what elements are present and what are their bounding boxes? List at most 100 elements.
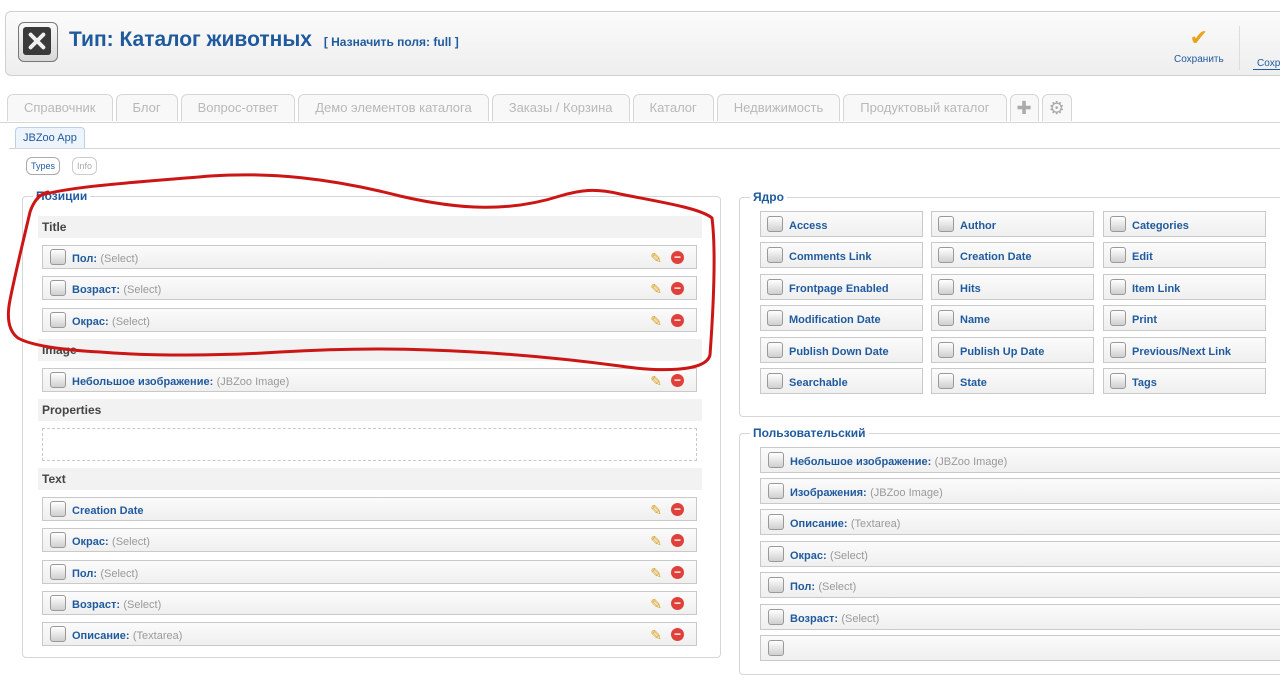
custom-element[interactable]: [760, 635, 1280, 661]
element-type: (Select): [830, 550, 868, 562]
custom-element[interactable]: Описание: (Textarea): [760, 509, 1280, 535]
element-row[interactable]: Окрас: (Select) ✎ −: [42, 528, 697, 552]
core-element[interactable]: Comments Link: [760, 242, 923, 268]
core-element[interactable]: Previous/Next Link: [1103, 337, 1266, 363]
delete-icon[interactable]: −: [671, 597, 684, 610]
core-element-name: Name: [960, 314, 990, 326]
edit-pencil-icon[interactable]: ✎: [650, 249, 662, 267]
positions-legend: Позиции: [33, 189, 91, 203]
custom-legend: Пользовательский: [750, 426, 869, 440]
tab-demo-catalog[interactable]: Демо элементов каталога: [298, 94, 489, 121]
edit-pencil-icon[interactable]: ✎: [650, 626, 662, 644]
tab-orders-cart[interactable]: Заказы / Корзина: [491, 94, 630, 121]
element-name: Описание:: [790, 518, 848, 530]
element-row[interactable]: Возраст: (Select) ✎ −: [42, 276, 697, 300]
core-element[interactable]: Edit: [1103, 242, 1266, 268]
element-cube-icon: [1110, 342, 1126, 358]
element-name: Пол:: [790, 581, 816, 593]
core-element[interactable]: Access: [760, 211, 923, 237]
add-app-tab[interactable]: ✚: [1009, 94, 1039, 121]
custom-element[interactable]: Пол: (Select): [760, 572, 1280, 598]
core-element[interactable]: Name: [931, 305, 1094, 331]
core-element-name: Access: [789, 220, 828, 232]
element-type: (JBZoo Image): [870, 487, 943, 499]
element-type: (Select): [818, 581, 857, 593]
save-close-button[interactable]: Сохрани: [1239, 26, 1280, 70]
position-title: Title: [38, 216, 702, 238]
delete-icon[interactable]: −: [671, 566, 684, 579]
element-cube-icon: [768, 546, 784, 562]
settings-tab[interactable]: ⚙: [1041, 94, 1072, 121]
element-cube-icon: [938, 342, 954, 358]
element-type: (Select): [123, 284, 162, 296]
element-name: Creation Date: [72, 505, 144, 517]
core-element[interactable]: Modification Date: [760, 305, 923, 331]
delete-icon[interactable]: −: [671, 314, 684, 327]
toolbar-header: Тип: Каталог животных [ Назначить поля: …: [5, 11, 1280, 76]
tab-jbzoo-app[interactable]: JBZoo App: [15, 127, 85, 148]
tab-blog[interactable]: Блог: [115, 94, 178, 121]
core-element[interactable]: Searchable: [760, 368, 923, 394]
core-element[interactable]: Print: [1103, 305, 1266, 331]
edit-pencil-icon[interactable]: ✎: [650, 564, 662, 582]
tab-real-estate[interactable]: Недвижимость: [716, 94, 841, 121]
core-element[interactable]: State: [931, 368, 1094, 394]
tab-spravochnik[interactable]: Справочник: [7, 94, 113, 121]
element-cube-icon: [768, 483, 784, 499]
core-element[interactable]: Item Link: [1103, 274, 1266, 300]
element-name: Возраст:: [72, 599, 120, 611]
core-element[interactable]: Author: [931, 211, 1094, 237]
custom-element[interactable]: Возраст: (Select): [760, 604, 1280, 630]
tab-catalog[interactable]: Каталог: [632, 94, 714, 121]
types-link[interactable]: Types: [26, 157, 61, 175]
element-row[interactable]: Пол: (Select) ✎ −: [42, 560, 697, 584]
delete-icon[interactable]: −: [671, 251, 684, 264]
core-element-name: Hits: [960, 283, 981, 295]
core-element-name: Publish Down Date: [789, 346, 889, 358]
element-name: Пол:: [72, 568, 98, 580]
edit-pencil-icon[interactable]: ✎: [650, 532, 662, 550]
core-element[interactable]: Publish Up Date: [931, 337, 1094, 363]
empty-drop-zone[interactable]: [42, 428, 697, 461]
element-row[interactable]: Пол: (Select) ✎ −: [42, 245, 697, 269]
tab-faq[interactable]: Вопрос-ответ: [180, 94, 296, 121]
delete-icon[interactable]: −: [671, 534, 684, 547]
element-row[interactable]: Creation Date ✎ −: [42, 497, 697, 521]
edit-pencil-icon[interactable]: ✎: [650, 501, 662, 519]
custom-element[interactable]: Изображения: (JBZoo Image): [760, 478, 1280, 504]
core-element-name: State: [960, 377, 987, 389]
core-element[interactable]: Creation Date: [931, 242, 1094, 268]
custom-element[interactable]: Небольшое изображение: (JBZoo Image): [760, 447, 1280, 473]
core-element[interactable]: Tags: [1103, 368, 1266, 394]
plus-icon: ✚: [1016, 98, 1032, 118]
element-cube-icon: [1110, 279, 1126, 295]
element-row[interactable]: Возраст: (Select) ✎ −: [42, 591, 697, 615]
core-element[interactable]: Frontpage Enabled: [760, 274, 923, 300]
element-name: Описание:: [72, 630, 130, 642]
core-element-name: Item Link: [1132, 283, 1181, 295]
edit-pencil-icon[interactable]: ✎: [650, 595, 662, 613]
position-properties: Properties: [38, 399, 702, 421]
core-element[interactable]: Categories: [1103, 211, 1266, 237]
delete-icon[interactable]: −: [671, 628, 684, 641]
element-row[interactable]: Описание: (Textarea) ✎ −: [42, 622, 697, 646]
delete-icon[interactable]: −: [671, 374, 684, 387]
edit-pencil-icon[interactable]: ✎: [650, 372, 662, 390]
element-cube-icon: [767, 342, 783, 358]
custom-element[interactable]: Окрас: (Select): [760, 541, 1280, 567]
edit-pencil-icon[interactable]: ✎: [650, 280, 662, 298]
element-row[interactable]: Небольшое изображение: (JBZoo Image) ✎ −: [42, 368, 697, 392]
delete-icon[interactable]: −: [671, 282, 684, 295]
info-link[interactable]: Info: [72, 157, 98, 175]
position-image: Image: [38, 339, 702, 361]
element-cube-icon: [50, 372, 66, 388]
tab-product-catalog[interactable]: Продуктовый каталог: [843, 94, 1007, 121]
page-title-text: Тип: Каталог животных: [69, 28, 312, 51]
save-button[interactable]: ✔ Сохранить: [1174, 26, 1224, 66]
core-element[interactable]: Hits: [931, 274, 1094, 300]
element-row[interactable]: Окрас: (Select) ✎ −: [42, 308, 697, 332]
core-element[interactable]: Publish Down Date: [760, 337, 923, 363]
element-cube-icon: [938, 247, 954, 263]
edit-pencil-icon[interactable]: ✎: [650, 312, 662, 330]
delete-icon[interactable]: −: [671, 503, 684, 516]
